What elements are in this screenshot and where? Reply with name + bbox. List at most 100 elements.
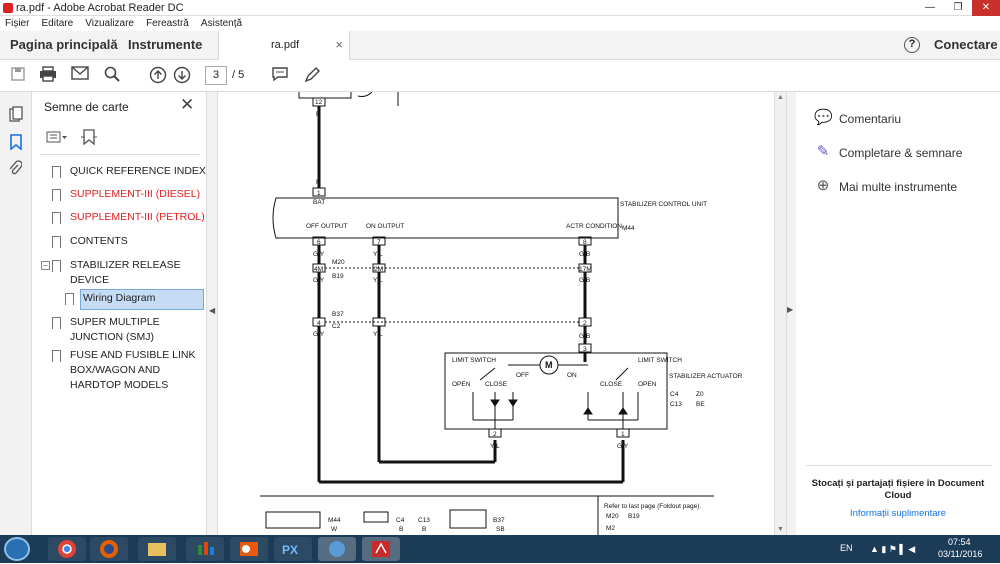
wire-gb-3: G/B: [579, 333, 590, 340]
page-down-icon[interactable]: [172, 66, 192, 86]
draw-icon[interactable]: [302, 66, 322, 86]
left-panel-splitter[interactable]: ◀: [206, 92, 218, 535]
pages-icon[interactable]: [9, 106, 23, 125]
more-tools-icon: ⊕: [816, 177, 830, 194]
fill-sign-icon: ✎: [816, 143, 830, 160]
document-scrollbar[interactable]: ▲ ▼: [774, 92, 786, 535]
bookmark-fuse-box[interactable]: FUSE AND FUSIBLE LINK BOX/WAGON AND HARD…: [70, 348, 210, 393]
conn-be: BE: [696, 401, 705, 408]
taskbar: PX EN ▲ ▮ ⚑ ▌ ◀ 07:54 03/11/2016: [0, 535, 1000, 563]
conn-z0: Z0: [696, 391, 704, 398]
close-left: CLOSE: [485, 381, 508, 388]
menu-bar: Fișier Editare Vizualizare Fereastră Asi…: [0, 16, 1000, 31]
comment-tool[interactable]: Comentariu: [839, 112, 901, 126]
print-icon[interactable]: [38, 66, 58, 86]
scroll-down-icon[interactable]: ▼: [777, 526, 784, 533]
doc-tab-close-icon[interactable]: ×: [335, 37, 343, 52]
window-title: ra.pdf - Adobe Acrobat Reader DC: [16, 2, 184, 14]
open-right: OPEN: [638, 381, 657, 388]
toolbar: [0, 60, 1000, 92]
menu-help[interactable]: Asistență: [201, 16, 242, 31]
bookmark-panel-icon[interactable]: [10, 134, 22, 153]
tab-bar: Pagina principală Instrumente ? Conectar…: [0, 31, 1000, 60]
bookmark-icon: [52, 350, 61, 362]
refer-m2: M2: [606, 525, 615, 532]
switch-off: OFF: [516, 372, 529, 379]
conn-c4: C4: [670, 391, 679, 398]
save-icon[interactable]: [8, 66, 28, 86]
bookmark-contents[interactable]: CONTENTS: [70, 234, 210, 249]
help-icon[interactable]: ?: [904, 37, 920, 53]
wire-r: R: [316, 179, 321, 186]
fill-sign-tool[interactable]: Completare & semnare: [839, 146, 962, 160]
chrome-icon[interactable]: [48, 537, 86, 561]
expand-bookmark-icon[interactable]: [80, 128, 98, 149]
pin-8: 8: [583, 239, 587, 246]
bookmark-wiring-diagram[interactable]: Wiring Diagram: [83, 291, 223, 306]
menu-view[interactable]: Vizualizare: [85, 16, 134, 31]
menu-edit[interactable]: Editare: [42, 16, 74, 31]
bookmark-quick-reference[interactable]: QUICK REFERENCE INDEX: [70, 164, 210, 179]
tab-document[interactable]: ra.pdf ×: [218, 31, 350, 60]
close-panel-icon[interactable]: ✕: [180, 95, 194, 115]
pin-6: 6: [317, 239, 321, 246]
collapse-right-icon[interactable]: ▶: [787, 305, 793, 314]
wire-yl-2: Y/L: [373, 277, 383, 284]
login-button[interactable]: Conectare: [934, 37, 998, 52]
tab-home[interactable]: Pagina principală: [10, 37, 118, 52]
outlook-icon[interactable]: [230, 537, 268, 561]
right-panel-splitter[interactable]: ▶: [786, 92, 796, 535]
px-icon[interactable]: PX: [274, 537, 312, 561]
conn-b19: B19: [332, 273, 344, 280]
explorer-icon[interactable]: [138, 537, 176, 561]
media-icon[interactable]: [318, 537, 356, 561]
wire-gy-3: G/Y: [313, 331, 325, 338]
close-button[interactable]: ✕: [972, 0, 1000, 16]
actuator-label: STABILIZER ACTUATOR: [669, 373, 743, 380]
start-button[interactable]: [4, 537, 30, 561]
firefox-icon[interactable]: [90, 537, 128, 561]
acrobat-taskbar-icon[interactable]: [362, 537, 400, 561]
switch-on: ON: [567, 372, 577, 379]
attachment-icon[interactable]: [8, 160, 23, 179]
tab-tools[interactable]: Instrumente: [128, 37, 202, 52]
wire-gb-1: G/B: [579, 251, 590, 258]
refer-b19: B19: [628, 513, 640, 520]
menu-file[interactable]: Fișier: [5, 16, 29, 31]
limit-switch-left: LIMIT SWITCH: [452, 357, 496, 364]
pin-2: 2: [583, 320, 587, 327]
bookmark-stabilizer[interactable]: STABILIZER RELEASE DEVICE: [70, 258, 210, 288]
unit-label: STABILIZER CONTROL UNIT: [620, 201, 707, 208]
page-number-input[interactable]: 3: [205, 66, 227, 85]
menu-window[interactable]: Fereastră: [146, 16, 189, 31]
minimize-button[interactable]: —: [916, 0, 944, 16]
scroll-up-icon[interactable]: ▲: [777, 94, 784, 101]
bookmark-smj[interactable]: SUPER MULTIPLE JUNCTION (SMJ): [70, 315, 210, 345]
bookmarks-title: Semne de carte: [44, 100, 129, 114]
footer-m44: M44: [328, 517, 341, 524]
conn-c13: C13: [670, 401, 682, 408]
language-indicator[interactable]: EN: [840, 543, 853, 553]
more-tools[interactable]: Mai multe instrumente: [839, 180, 957, 194]
more-info-link[interactable]: Informații suplimentare: [804, 508, 992, 519]
bookmark-supplement-diesel[interactable]: SUPPLEMENT-III (DIESEL): [70, 187, 210, 202]
collapse-toggle-icon[interactable]: −: [41, 261, 50, 270]
on-output-label: ON OUTPUT: [366, 223, 404, 230]
pin-12: 12: [315, 99, 323, 106]
comment-icon[interactable]: [270, 66, 290, 86]
footer-sb: SB: [496, 526, 505, 533]
maximize-button[interactable]: ❐: [944, 0, 972, 16]
email-icon[interactable]: [70, 66, 90, 86]
refer-note: Refer to last page (Foldout page).: [604, 503, 701, 510]
bookmark-options-icon[interactable]: [46, 130, 68, 147]
pin-3: 3: [583, 346, 587, 353]
clock-date: 03/11/2016: [938, 549, 983, 559]
collapse-left-icon[interactable]: ◀: [209, 306, 215, 315]
page-up-icon[interactable]: [148, 66, 168, 86]
tray-icons[interactable]: ▲ ▮ ⚑ ▌ ◀: [870, 544, 915, 555]
open-left: OPEN: [452, 381, 471, 388]
bookmark-supplement-petrol[interactable]: SUPPLEMENT-III (PETROL): [70, 210, 210, 225]
app-icon[interactable]: [186, 537, 224, 561]
search-icon[interactable]: [102, 66, 122, 86]
wiring-diagram: 12 R R 1 BAT STABILIZER CONTROL UNIT M44…: [260, 92, 743, 535]
